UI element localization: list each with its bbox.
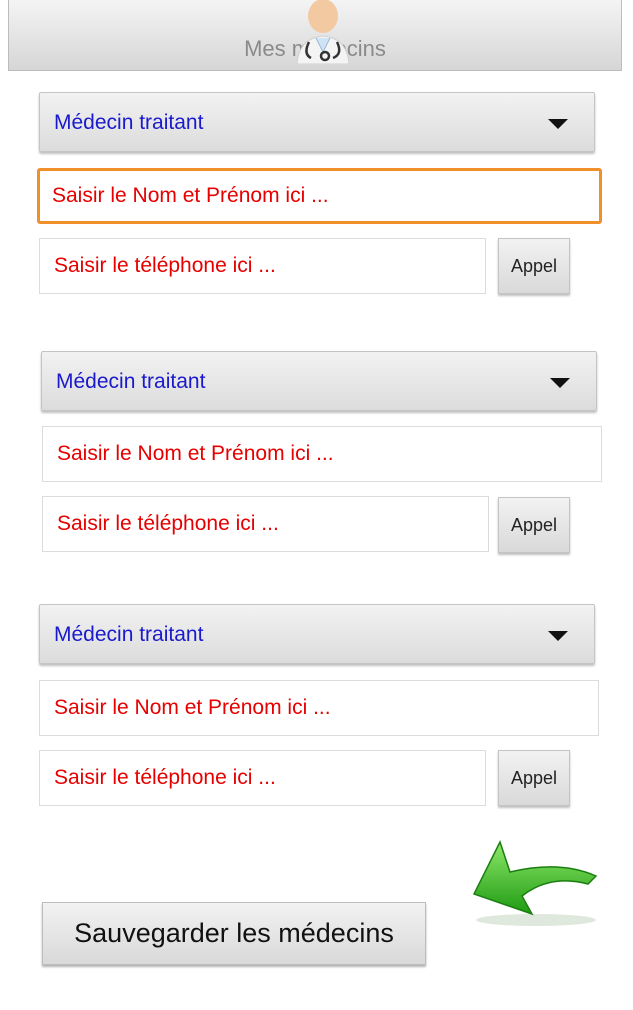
back-arrow-icon[interactable]	[470, 838, 602, 930]
doctor-name-input-3[interactable]	[39, 680, 599, 736]
dropdown-arrow-icon	[548, 119, 568, 129]
call-button-3[interactable]: Appel	[498, 750, 570, 806]
dropdown-arrow-icon	[550, 378, 570, 388]
doctor-phone-input-1[interactable]	[39, 238, 486, 294]
doctor-name-input-2[interactable]	[42, 426, 602, 482]
save-doctors-button[interactable]: Sauvegarder les médecins	[42, 902, 426, 965]
dropdown-arrow-icon	[548, 631, 568, 641]
doctor-role-spinner-1[interactable]: Médecin traitant	[39, 92, 595, 152]
call-button-2[interactable]: Appel	[498, 497, 570, 553]
doctor-role-value-1: Médecin traitant	[54, 111, 204, 134]
doctor-role-spinner-2[interactable]: Médecin traitant	[41, 351, 597, 411]
doctor-phone-input-2[interactable]	[42, 496, 489, 552]
doctor-phone-input-3[interactable]	[39, 750, 486, 806]
doctor-avatar-icon	[296, 0, 350, 64]
doctor-name-input-1[interactable]	[37, 168, 602, 224]
doctor-role-value-2: Médecin traitant	[56, 370, 206, 393]
app-header: Mes médecins	[8, 0, 622, 71]
call-button-1[interactable]: Appel	[498, 238, 570, 294]
doctor-role-value-3: Médecin traitant	[54, 623, 204, 646]
doctor-role-spinner-3[interactable]: Médecin traitant	[39, 604, 595, 664]
